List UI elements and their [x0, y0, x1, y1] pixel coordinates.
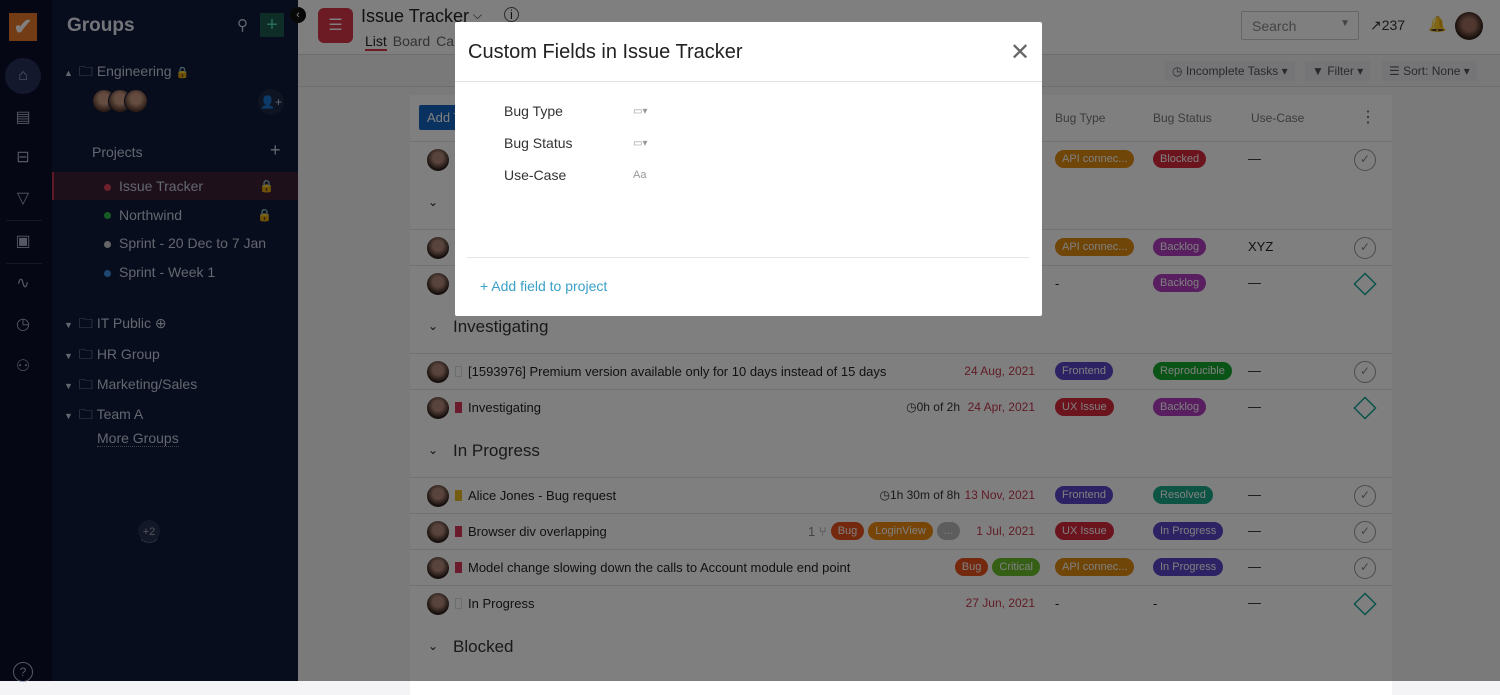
- field-bug-status[interactable]: Bug Status: [504, 135, 573, 151]
- close-icon[interactable]: ✕: [1010, 38, 1030, 67]
- dropdown-field-icon: ▭▾: [633, 138, 648, 149]
- field-bug-type[interactable]: Bug Type: [504, 103, 563, 119]
- dropdown-field-icon: ▭▾: [633, 106, 648, 117]
- dialog-title: Custom Fields in Issue Tracker: [468, 41, 743, 63]
- custom-fields-dialog: Custom Fields in Issue Tracker ✕ Bug Typ…: [455, 22, 1042, 316]
- divider: [455, 81, 1042, 82]
- add-field-link[interactable]: + Add field to project: [480, 278, 607, 294]
- divider: [467, 257, 1029, 258]
- text-field-icon: Aa: [633, 169, 647, 181]
- field-use-case[interactable]: Use-Case: [504, 167, 566, 183]
